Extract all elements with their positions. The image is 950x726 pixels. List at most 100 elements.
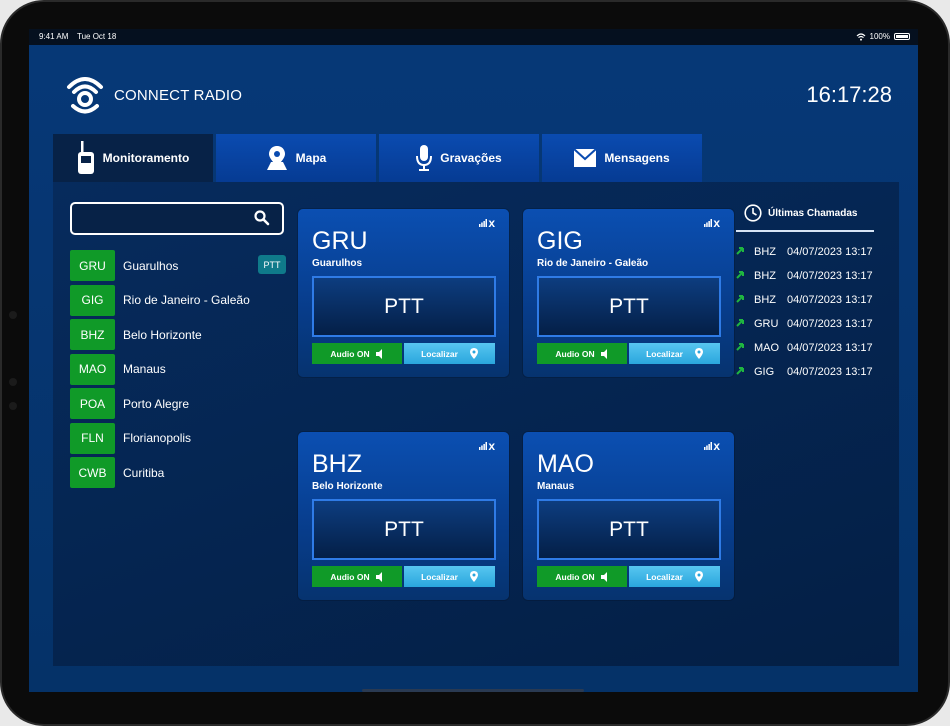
walkie-talkie-icon — [77, 141, 94, 174]
search-box[interactable] — [70, 202, 284, 235]
search-icon[interactable] — [254, 210, 270, 226]
app-title: CONNECT RADIO — [114, 87, 243, 104]
close-button[interactable]: x — [713, 216, 720, 230]
call-item[interactable]: MAO 04/07/2023 13:17 — [736, 336, 876, 360]
station-code: FLN — [70, 422, 115, 454]
locate-button[interactable]: Localizar — [629, 343, 720, 364]
tab-label: Gravações — [440, 151, 502, 165]
card-name: Belo Horizonte — [312, 481, 383, 492]
station-item-poa[interactable]: POA Porto Alegre — [70, 388, 286, 419]
status-date: Tue Oct 18 — [77, 32, 117, 41]
call-datetime: 04/07/2023 13:17 — [787, 294, 873, 306]
call-item[interactable]: GRU 04/07/2023 13:17 — [736, 312, 876, 336]
radio-card-gig: GIG Rio de Janeiro - Galeão x PTT Audio … — [523, 209, 734, 377]
station-name: Rio de Janeiro - Galeão — [123, 293, 250, 307]
tab-label: Mapa — [295, 151, 327, 165]
tab-gravacoes[interactable]: Gravações — [379, 134, 539, 182]
recent-calls-title: Últimas Chamadas — [768, 207, 858, 219]
call-item[interactable]: GIG 04/07/2023 13:17 — [736, 360, 876, 384]
screen: 9:41 AM Tue Oct 18 100% CONNECT RADIO 16… — [29, 29, 918, 692]
tab-label: Monitoramento — [102, 151, 190, 165]
radio-card-gru: GRU Guarulhos x PTT Audio ON Localizar — [298, 209, 509, 377]
tab-bar: Monitoramento Mapa Gravações Mensagens — [53, 134, 705, 182]
call-code: BHZ — [754, 294, 776, 306]
audio-toggle-button[interactable]: Audio ON — [537, 566, 627, 587]
recent-calls-header: Últimas Chamadas — [744, 202, 876, 224]
station-item-cwb[interactable]: CWB Curitiba — [70, 457, 286, 488]
side-button — [9, 402, 17, 410]
phone-icon — [736, 318, 754, 330]
search-input[interactable] — [80, 210, 244, 230]
side-button — [9, 311, 17, 319]
wifi-icon — [856, 32, 865, 41]
microphone-icon — [416, 145, 433, 171]
status-time: 9:41 AM — [39, 32, 69, 41]
station-item-gig[interactable]: GIG Rio de Janeiro - Galeão — [70, 284, 286, 316]
ptt-button[interactable]: PTT — [312, 499, 496, 560]
locate-button[interactable]: Localizar — [404, 343, 495, 364]
locate-label: Localizar — [646, 348, 683, 359]
locate-label: Localizar — [421, 571, 458, 582]
audio-toggle-button[interactable]: Audio ON — [312, 566, 402, 587]
card-name: Guarulhos — [312, 258, 363, 269]
audio-label: Audio ON — [555, 571, 595, 582]
call-code: MAO — [754, 342, 780, 354]
station-list: GRU Guarulhos PTT GIG Rio de Janeiro - G… — [70, 250, 286, 492]
tab-label: Mensagens — [604, 151, 670, 165]
locate-button[interactable]: Localizar — [629, 566, 720, 587]
audio-toggle-button[interactable]: Audio ON — [312, 343, 402, 364]
card-code: BHZ — [312, 450, 362, 478]
clock: 16:17:28 — [806, 82, 892, 107]
station-item-gru[interactable]: GRU Guarulhos PTT — [70, 250, 286, 281]
card-code: MAO — [537, 450, 594, 478]
signal-icon — [479, 219, 487, 227]
station-code: GRU — [70, 250, 115, 281]
locate-button[interactable]: Localizar — [404, 566, 495, 587]
call-item[interactable]: BHZ 04/07/2023 13:17 — [736, 240, 876, 264]
radio-card-bhz: BHZ Belo Horizonte x PTT Audio ON Locali… — [298, 432, 509, 600]
station-item-bhz[interactable]: BHZ Belo Horizonte — [70, 319, 286, 350]
phone-icon — [736, 246, 754, 258]
call-datetime: 04/07/2023 13:17 — [787, 366, 873, 378]
battery-icon — [894, 33, 910, 40]
station-code: CWB — [70, 457, 115, 488]
call-code: GIG — [754, 366, 775, 378]
envelope-icon — [574, 149, 597, 167]
ptt-button[interactable]: PTT — [312, 276, 496, 337]
speaker-icon — [600, 348, 607, 359]
battery-percent: 100% — [869, 32, 890, 41]
tab-mensagens[interactable]: Mensagens — [542, 134, 702, 182]
station-item-fln[interactable]: FLN Florianopolis — [70, 422, 286, 454]
ptt-button[interactable]: PTT — [537, 276, 721, 337]
close-button[interactable]: x — [713, 439, 720, 453]
location-pin-icon — [694, 348, 703, 359]
card-code: GIG — [537, 227, 583, 255]
tab-mapa[interactable]: Mapa — [216, 134, 376, 182]
phone-icon — [736, 366, 754, 378]
audio-label: Audio ON — [555, 348, 595, 359]
card-name: Manaus — [537, 481, 575, 492]
station-code: MAO — [70, 353, 115, 385]
side-button — [9, 378, 17, 386]
ptt-button[interactable]: PTT — [537, 499, 721, 560]
call-item[interactable]: BHZ 04/07/2023 13:17 — [736, 264, 876, 288]
close-button[interactable]: x — [488, 216, 495, 230]
call-code: BHZ — [754, 270, 776, 282]
station-item-mao[interactable]: MAO Manaus — [70, 353, 286, 385]
card-name: Rio de Janeiro - Galeão — [537, 258, 649, 269]
station-name: Guarulhos — [123, 258, 179, 273]
audio-label: Audio ON — [330, 571, 370, 582]
locate-label: Localizar — [646, 571, 683, 582]
locate-label: Localizar — [421, 348, 458, 359]
tab-monitoramento[interactable]: Monitoramento — [53, 134, 213, 182]
location-pin-icon — [469, 348, 478, 359]
card-code: GRU — [312, 227, 368, 255]
close-button[interactable]: x — [488, 439, 495, 453]
speaker-icon — [375, 348, 382, 359]
call-item[interactable]: BHZ 04/07/2023 13:17 — [736, 288, 876, 312]
signal-icon — [704, 442, 712, 450]
audio-toggle-button[interactable]: Audio ON — [537, 343, 627, 364]
station-name: Manaus — [123, 362, 166, 376]
ptt-badge: PTT — [258, 255, 286, 274]
station-name: Curitiba — [123, 465, 165, 480]
